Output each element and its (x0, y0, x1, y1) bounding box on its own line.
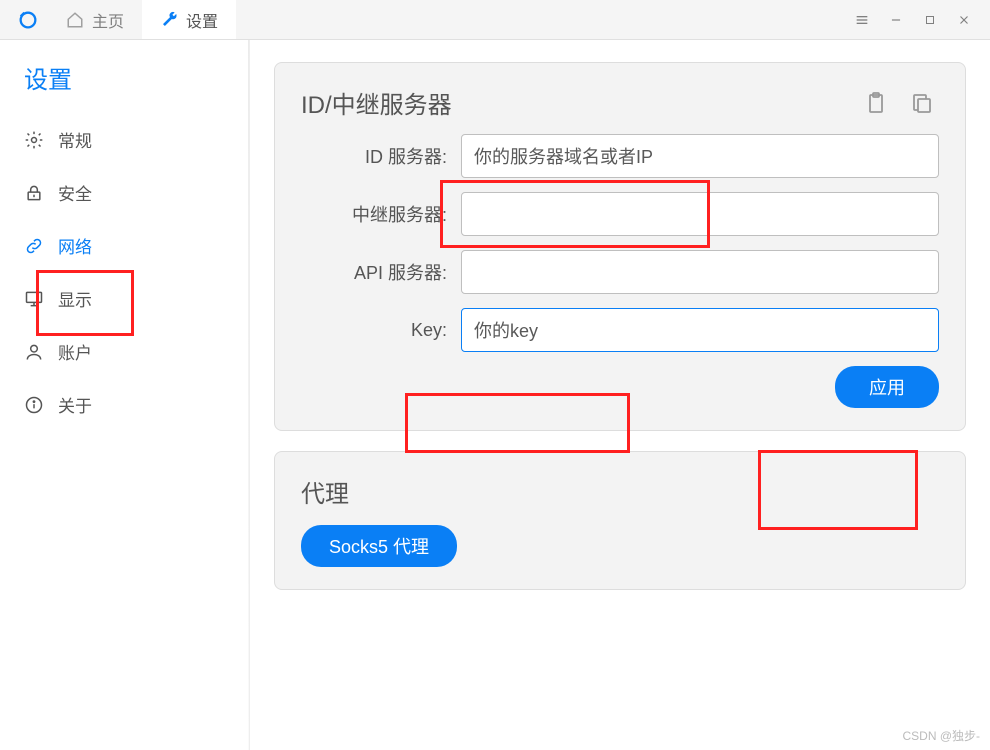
copy-icon[interactable] (905, 86, 939, 120)
card-title: ID/中继服务器 (301, 85, 859, 120)
titlebar: 主页 设置 (0, 0, 990, 40)
sidebar: 设置 常规 安全 网络 显示 (0, 40, 250, 750)
link-icon (24, 236, 44, 256)
tabs: 主页 设置 (48, 0, 848, 39)
key-input[interactable] (461, 308, 939, 352)
close-icon[interactable] (950, 6, 978, 34)
sidebar-title: 设置 (0, 54, 249, 113)
sidebar-item-network[interactable]: 网络 (0, 219, 249, 272)
relay-server-label: 中继服务器: (301, 201, 461, 227)
proxy-card: 代理 Socks5 代理 (274, 451, 966, 590)
key-label: Key: (301, 320, 461, 341)
sidebar-item-label: 网络 (58, 233, 92, 258)
window-controls (848, 6, 978, 34)
paste-icon[interactable] (859, 86, 893, 120)
sidebar-item-label: 常规 (58, 127, 92, 152)
maximize-icon[interactable] (916, 6, 944, 34)
tab-label: 主页 (92, 8, 124, 32)
sidebar-item-display[interactable]: 显示 (0, 272, 249, 325)
api-server-label: API 服务器: (301, 259, 461, 285)
relay-server-input[interactable] (461, 192, 939, 236)
sidebar-item-account[interactable]: 账户 (0, 325, 249, 378)
home-icon (66, 11, 84, 29)
tab-settings[interactable]: 设置 (142, 0, 236, 39)
api-server-input[interactable] (461, 250, 939, 294)
id-server-input[interactable] (461, 134, 939, 178)
wrench-icon (160, 11, 178, 29)
id-server-label: ID 服务器: (301, 143, 461, 169)
sidebar-item-about[interactable]: 关于 (0, 378, 249, 431)
socks5-proxy-button[interactable]: Socks5 代理 (301, 525, 457, 567)
minimize-icon[interactable] (882, 6, 910, 34)
lock-icon (24, 183, 44, 203)
user-icon (24, 342, 44, 362)
main-content: ID/中继服务器 ID 服务器: 中继服务器: API (250, 40, 990, 750)
card-title: 代理 (301, 474, 939, 509)
sidebar-item-label: 显示 (58, 286, 92, 311)
sidebar-item-general[interactable]: 常规 (0, 113, 249, 166)
sidebar-item-label: 关于 (58, 392, 92, 417)
menu-icon[interactable] (848, 6, 876, 34)
info-icon (24, 395, 44, 415)
apply-button[interactable]: 应用 (835, 366, 939, 408)
monitor-icon (24, 289, 44, 309)
sidebar-item-security[interactable]: 安全 (0, 166, 249, 219)
tab-label: 设置 (186, 8, 218, 32)
app-icon (8, 9, 48, 31)
id-relay-card: ID/中继服务器 ID 服务器: 中继服务器: API (274, 62, 966, 431)
gear-icon (24, 130, 44, 150)
sidebar-item-label: 安全 (58, 180, 92, 205)
tab-home[interactable]: 主页 (48, 0, 142, 39)
sidebar-item-label: 账户 (58, 339, 92, 364)
watermark: CSDN @独步- (902, 727, 980, 744)
